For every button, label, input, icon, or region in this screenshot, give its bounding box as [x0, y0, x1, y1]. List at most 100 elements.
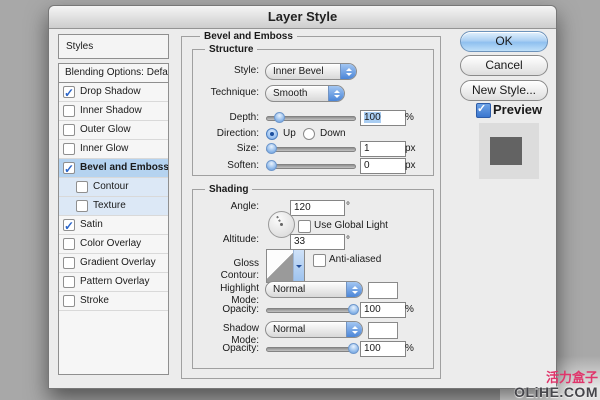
anti-aliased-label[interactable]: Anti-aliased — [329, 254, 381, 266]
size-slider-thumb[interactable] — [266, 143, 278, 154]
sidebar-item-blending-options[interactable]: Blending Options: Default — [59, 64, 168, 83]
angle-input[interactable]: 120 — [290, 200, 345, 216]
sidebar-item-drop-shadow[interactable]: Drop Shadow — [59, 83, 168, 102]
direction-label: Direction: — [216, 128, 259, 139]
soften-input[interactable]: 0 — [360, 158, 406, 174]
anti-aliased-checkbox[interactable] — [313, 254, 326, 267]
depth-input[interactable]: 100 — [360, 110, 406, 126]
checkbox-checked-icon[interactable] — [63, 84, 75, 102]
depth-slider[interactable] — [266, 112, 356, 123]
sidebar-item-stroke[interactable]: Stroke — [59, 292, 168, 311]
depth-slider-thumb[interactable] — [273, 112, 285, 123]
technique-label: Technique: — [210, 87, 259, 98]
altitude-input[interactable]: 33 — [290, 234, 345, 250]
highlight-opacity-input[interactable]: 100 — [360, 302, 406, 318]
checkbox-icon[interactable] — [63, 295, 75, 307]
shading-section: Shading Angle: 120 ° Use Global Light Al… — [192, 183, 434, 369]
watermark-cjk-text: 活力盒子 — [545, 370, 598, 385]
soften-unit: px — [405, 160, 416, 171]
sidebar-item-bevel-and-emboss[interactable]: Bevel and Emboss — [59, 159, 168, 178]
highlight-mode-dropdown[interactable]: Normal — [265, 281, 363, 298]
highlight-opacity-thumb[interactable] — [348, 304, 360, 315]
checkbox-icon[interactable] — [63, 105, 75, 117]
sidebar-item-inner-glow[interactable]: Inner Glow — [59, 140, 168, 159]
highlight-color-swatch[interactable] — [368, 282, 398, 299]
shadow-color-swatch[interactable] — [368, 322, 398, 339]
gloss-contour-picker[interactable] — [266, 249, 305, 283]
sidebar-item-color-overlay[interactable]: Color Overlay — [59, 235, 168, 254]
styles-header-label: Styles — [66, 41, 94, 52]
checkbox-icon[interactable] — [76, 200, 88, 212]
stepper-arrows-icon — [346, 282, 362, 297]
use-global-light-checkbox[interactable] — [298, 220, 311, 233]
size-unit: px — [405, 143, 416, 154]
checkbox-icon[interactable] — [63, 257, 75, 269]
checkbox-icon[interactable] — [63, 276, 75, 288]
sidebar-item-gradient-overlay[interactable]: Gradient Overlay — [59, 254, 168, 273]
checkbox-checked-icon[interactable] — [63, 217, 75, 235]
soften-label: Soften: — [227, 160, 259, 171]
contour-thumbnail-icon — [267, 250, 293, 282]
style-label: Style: — [233, 65, 259, 76]
sidebar-item-contour[interactable]: Contour — [59, 178, 168, 197]
checkbox-checked-icon[interactable] — [63, 160, 75, 178]
new-style-button[interactable]: New Style... — [460, 80, 548, 101]
shadow-opacity-thumb[interactable] — [348, 343, 360, 354]
shadow-mode-dropdown[interactable]: Normal — [265, 321, 363, 338]
structure-section: Structure Style: Inner Bevel Technique: … — [192, 43, 434, 176]
structure-title: Structure — [205, 43, 258, 56]
sidebar-item-pattern-overlay[interactable]: Pattern Overlay — [59, 273, 168, 292]
watermark-site-text: OLiHE.COM — [514, 384, 598, 400]
size-input[interactable]: 1 — [360, 141, 406, 157]
soften-slider[interactable] — [266, 160, 356, 171]
styles-list: Blending Options: Default Drop Shadow In… — [58, 63, 169, 375]
shadow-opacity-label: Opacity: — [222, 343, 259, 354]
sidebar-item-satin[interactable]: Satin — [59, 216, 168, 235]
preview-swatch — [490, 137, 522, 165]
dialog-title: Layer Style — [267, 9, 338, 24]
dialog-titlebar[interactable]: Layer Style — [49, 6, 556, 29]
bevel-and-emboss-panel: Bevel and Emboss Structure Style: Inner … — [181, 30, 441, 379]
style-dropdown[interactable]: Inner Bevel — [265, 63, 357, 80]
checkbox-icon[interactable] — [63, 143, 75, 155]
preview-label[interactable]: Preview — [493, 103, 542, 117]
styles-header: Styles — [58, 34, 169, 59]
watermark: 活力盒子 OLiHE.COM — [514, 370, 598, 400]
shadow-opacity-unit: % — [405, 343, 414, 354]
soften-slider-thumb[interactable] — [266, 160, 278, 171]
preview-thumbnail — [479, 123, 539, 179]
sidebar-item-inner-shadow[interactable]: Inner Shadow — [59, 102, 168, 121]
direction-up-label[interactable]: Up — [283, 128, 296, 140]
cancel-button[interactable]: Cancel — [460, 55, 548, 76]
direction-up-radio[interactable] — [266, 128, 278, 140]
highlight-opacity-slider[interactable] — [266, 304, 360, 315]
use-global-light-label[interactable]: Use Global Light — [314, 220, 388, 232]
checkbox-icon[interactable] — [76, 181, 88, 193]
size-label: Size: — [236, 143, 259, 154]
layer-style-dialog: Layer Style Styles Blending Options: Def… — [48, 5, 557, 389]
shadow-opacity-slider[interactable] — [266, 343, 360, 354]
sidebar-item-outer-glow[interactable]: Outer Glow — [59, 121, 168, 140]
depth-label: Depth: — [229, 112, 259, 123]
gloss-contour-label: Gloss Contour: — [220, 258, 259, 281]
altitude-label: Altitude: — [222, 234, 259, 245]
depth-unit: % — [405, 112, 414, 123]
stepper-arrows-icon — [340, 64, 356, 79]
shadow-opacity-input[interactable]: 100 — [360, 341, 406, 357]
highlight-opacity-label: Opacity: — [222, 304, 259, 315]
dial-center-dot-icon — [280, 223, 283, 226]
technique-dropdown[interactable]: Smooth — [265, 85, 345, 102]
panel-title: Bevel and Emboss — [200, 30, 297, 43]
stepper-arrows-icon — [328, 86, 344, 101]
checkbox-icon[interactable] — [63, 124, 75, 136]
ok-button[interactable]: OK — [460, 31, 548, 52]
size-slider[interactable] — [266, 143, 356, 154]
preview-checkbox[interactable] — [476, 102, 491, 118]
angle-label: Angle: — [230, 201, 259, 212]
direction-down-radio[interactable] — [303, 128, 315, 140]
shading-title: Shading — [205, 183, 253, 196]
contour-dropdown-arrow-icon[interactable] — [293, 250, 304, 282]
sidebar-item-texture[interactable]: Texture — [59, 197, 168, 216]
checkbox-icon[interactable] — [63, 238, 75, 250]
direction-down-label[interactable]: Down — [320, 128, 346, 140]
